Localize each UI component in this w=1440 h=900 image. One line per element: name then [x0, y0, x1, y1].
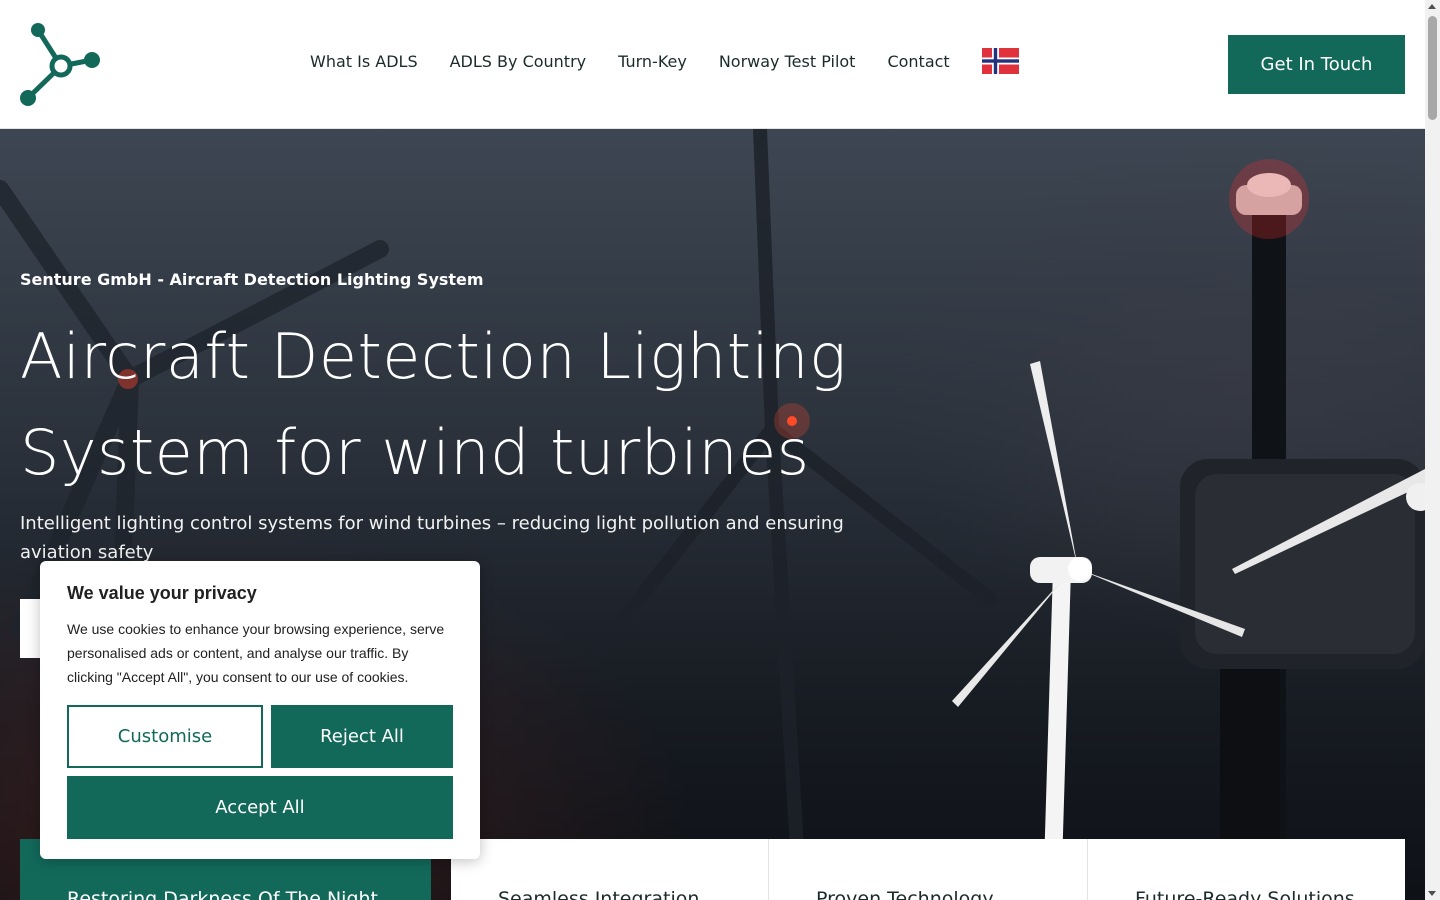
hero-title: Aircraft Detection Lighting System for w… [20, 320, 847, 489]
site-header: What Is ADLS ADLS By Country Turn-Key No… [0, 0, 1425, 129]
norway-flag-icon[interactable] [981, 48, 1019, 74]
hero-eyebrow: Senture GmbH - Aircraft Detection Lighti… [20, 270, 484, 289]
nav-adls-by-country[interactable]: ADLS By Country [434, 52, 603, 71]
feature-card-title: Seamless Integration [498, 888, 700, 900]
scroll-down-arrow-icon[interactable] [1428, 891, 1436, 896]
nav-contact[interactable]: Contact [871, 52, 965, 71]
cookie-title: We value your privacy [67, 583, 257, 603]
cookie-text: We use cookies to enhance your browsing … [67, 621, 445, 685]
feature-card-proven-technology[interactable]: Proven Technology [769, 839, 1088, 900]
feature-card-seamless-integration[interactable]: Seamless Integration [451, 839, 769, 900]
accept-all-button[interactable]: Accept All [67, 776, 453, 839]
feature-card-future-ready[interactable]: Future-Ready Solutions [1088, 839, 1405, 900]
hero-subtitle: Intelligent lighting control systems for… [20, 513, 844, 563]
feature-card-title: Future-Ready Solutions [1135, 888, 1355, 900]
customise-button[interactable]: Customise [67, 705, 263, 768]
nav-turn-key[interactable]: Turn-Key [602, 52, 703, 71]
feature-card-title: Proven Technology [816, 888, 994, 900]
nav-norway-test-pilot[interactable]: Norway Test Pilot [703, 52, 872, 71]
cookie-consent-banner: We value your privacy We use cookies to … [40, 561, 480, 859]
feature-card-title: Restoring Darkness Of The Night [67, 888, 379, 900]
scrollbar-thumb[interactable] [1428, 16, 1437, 120]
nav-what-is-adls[interactable]: What Is ADLS [294, 52, 434, 71]
get-in-touch-button[interactable]: Get In Touch [1228, 35, 1405, 94]
reject-all-button[interactable]: Reject All [271, 705, 453, 768]
scroll-up-arrow-icon[interactable] [1428, 4, 1436, 9]
molecule-network-logo-icon[interactable] [18, 22, 104, 106]
page-scrollbar[interactable] [1425, 0, 1440, 900]
main-nav: What Is ADLS ADLS By Country Turn-Key No… [294, 48, 1019, 74]
